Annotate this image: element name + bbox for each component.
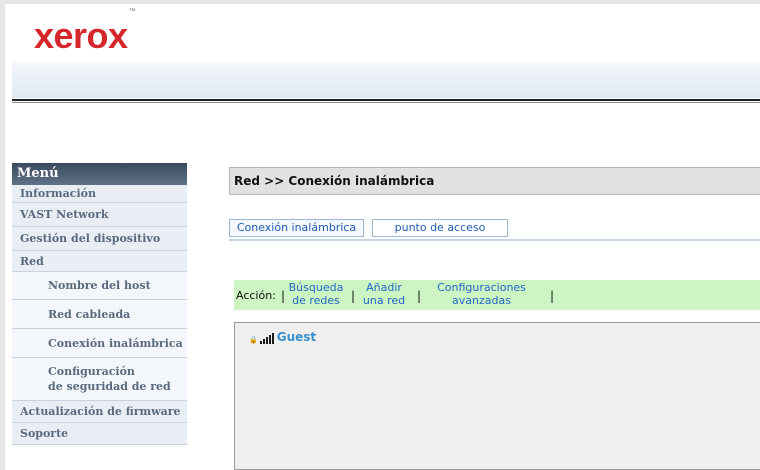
search-networks-line2: de redes	[292, 294, 340, 307]
sidebar-item-actualizacion-firmware[interactable]: Actualización de firmware	[12, 401, 187, 423]
page-title: Red >> Conexión inalámbrica	[229, 167, 760, 195]
signal-strength-icon	[259, 333, 274, 344]
network-list: 🔒 Guest	[234, 322, 760, 470]
search-networks-link[interactable]: Búsqueda de redes	[287, 281, 345, 307]
sidebar-item-conexion-inalambrica[interactable]: Conexión inalámbrica	[12, 329, 187, 358]
tab-conexion-inalambrica[interactable]: Conexión inalámbrica	[229, 219, 364, 237]
search-networks-line1: Búsqueda	[288, 281, 344, 294]
network-item-guest[interactable]: 🔒 Guest	[249, 331, 316, 344]
action-label: Acción:	[236, 289, 276, 302]
trademark-mark: ™	[128, 8, 136, 15]
header-divider	[12, 99, 760, 103]
advanced-settings-line2: avanzadas	[452, 294, 511, 307]
sidebar-menu: Menú Información VAST Network Gestión de…	[12, 163, 187, 445]
action-separator: |	[351, 289, 356, 303]
menu-header: Menú	[12, 163, 187, 185]
action-separator: |	[417, 289, 422, 303]
tab-strip: Conexión inalámbrica punto de acceso	[229, 219, 760, 241]
action-bar: Acción: | Búsqueda de redes | Añadir una…	[234, 280, 760, 310]
xerox-logo: xerox™	[34, 8, 136, 56]
sidebar-item-seguridad-line1: Configuración	[48, 365, 135, 378]
lock-icon: 🔒	[249, 336, 258, 344]
sidebar-item-nombre-host[interactable]: Nombre del host	[12, 272, 187, 300]
action-separator: |	[550, 289, 555, 303]
sidebar-item-seguridad-red[interactable]: Configuración de seguridad de red	[12, 358, 187, 401]
add-network-link[interactable]: Añadir una red	[358, 281, 410, 307]
sidebar-item-red[interactable]: Red	[12, 251, 187, 272]
sidebar-item-red-cableada[interactable]: Red cableada	[12, 300, 187, 329]
add-network-line1: Añadir	[366, 281, 402, 294]
sidebar-item-seguridad-line2: de seguridad de red	[48, 380, 171, 393]
sidebar-item-gestion-dispositivo[interactable]: Gestión del dispositivo	[12, 227, 187, 251]
window-frame-left	[0, 0, 5, 470]
add-network-line2: una red	[362, 294, 406, 307]
header-banner	[12, 62, 760, 98]
advanced-settings-link[interactable]: Configuraciones avanzadas	[429, 281, 534, 307]
advanced-settings-line1: Configuraciones	[437, 281, 526, 294]
sidebar-item-seguridad-label: Configuración de seguridad de red	[48, 364, 171, 394]
action-separator: |	[281, 289, 286, 303]
sidebar-item-soporte[interactable]: Soporte	[12, 423, 187, 445]
window-frame-top	[0, 0, 760, 4]
sidebar-item-informacion[interactable]: Información	[12, 185, 187, 203]
logo-text: xerox	[34, 15, 128, 56]
tab-punto-de-acceso[interactable]: punto de acceso	[372, 219, 508, 237]
network-name: Guest	[276, 330, 317, 344]
sidebar-item-vast-network[interactable]: VAST Network	[12, 203, 187, 227]
